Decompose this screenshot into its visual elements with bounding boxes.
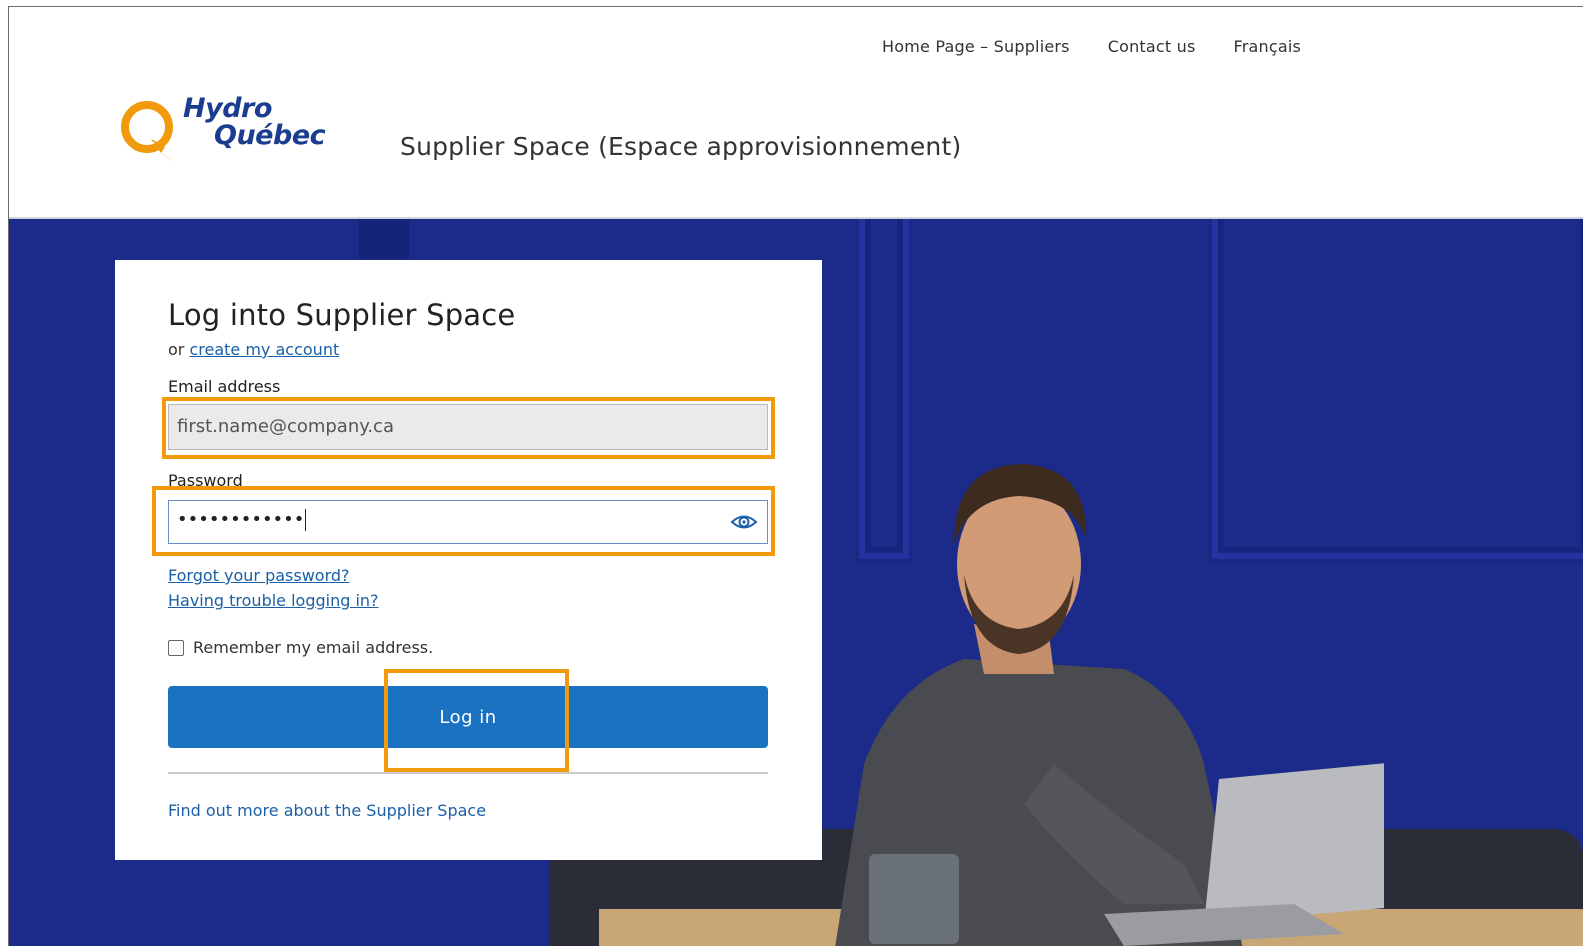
nav-contact-us[interactable]: Contact us <box>1108 37 1196 56</box>
create-account-line: or create my account <box>168 340 339 359</box>
logo-line-2: Québec <box>214 120 326 151</box>
password-label: Password <box>168 471 243 490</box>
eye-icon[interactable] <box>730 512 758 532</box>
remember-email-option[interactable]: Remember my email address. <box>168 638 433 657</box>
nav-francais[interactable]: Français <box>1234 37 1302 56</box>
learn-more-link[interactable]: Find out more about the Supplier Space <box>168 801 486 820</box>
email-label: Email address <box>168 377 281 396</box>
remember-email-label: Remember my email address. <box>193 638 434 657</box>
person-with-laptop-image <box>835 464 1384 946</box>
browser-viewport: Home Page – Suppliers Contact us Françai… <box>8 6 1583 946</box>
password-value: •••••••••••• <box>177 509 305 530</box>
email-field[interactable]: first.name@company.ca <box>168 404 768 450</box>
login-button[interactable]: Log in <box>168 686 768 748</box>
hydro-quebec-logo-icon[interactable]: Hydro Québec <box>117 95 327 165</box>
create-account-link[interactable]: create my account <box>189 340 339 359</box>
site-header: Home Page – Suppliers Contact us Françai… <box>9 7 1583 219</box>
nav-home-suppliers[interactable]: Home Page – Suppliers <box>882 37 1070 56</box>
divider <box>168 772 768 774</box>
forgot-password-link[interactable]: Forgot your password? <box>168 563 379 588</box>
text-caret <box>305 509 307 531</box>
password-field[interactable]: •••••••••••• <box>168 500 768 544</box>
login-heading: Log into Supplier Space <box>168 298 516 332</box>
logo-wordmark: Hydro Québec <box>183 95 326 151</box>
site-title: Supplier Space (Espace approvisionnement… <box>400 132 962 161</box>
or-text: or <box>168 340 185 359</box>
wall-molding <box>359 219 409 259</box>
top-navigation: Home Page – Suppliers Contact us Françai… <box>882 37 1301 56</box>
trouble-logging-in-link[interactable]: Having trouble logging in? <box>168 588 379 613</box>
login-card: Log into Supplier Space or create my acc… <box>115 260 822 860</box>
checkbox-icon[interactable] <box>168 639 184 656</box>
help-links: Forgot your password? Having trouble log… <box>168 563 379 613</box>
